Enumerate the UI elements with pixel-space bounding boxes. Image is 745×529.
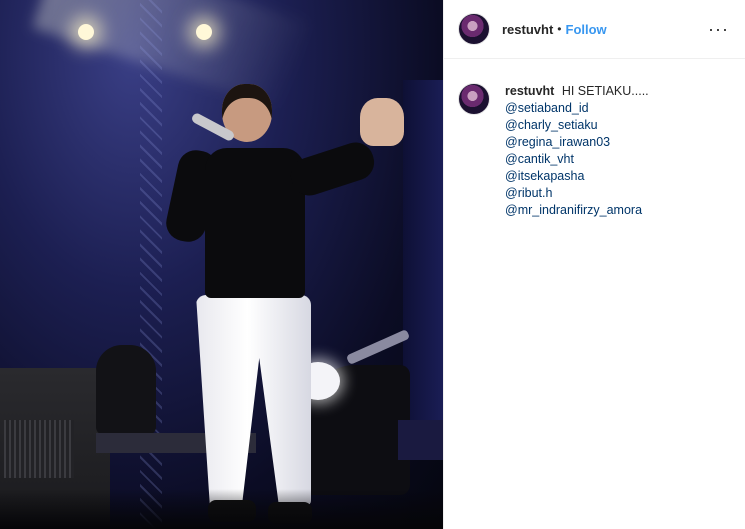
stage-light (78, 24, 94, 40)
singer-arm (286, 137, 379, 201)
caption-body: restuvht HI SETIAKU..... @setiaband_id @… (505, 83, 729, 219)
avatar[interactable] (458, 13, 490, 45)
mention-link[interactable]: @regina_irawan03 (505, 134, 729, 151)
caption: restuvht HI SETIAKU..... @setiaband_id @… (444, 59, 745, 219)
mention-link[interactable]: @ribut.h (505, 185, 729, 202)
avatar[interactable] (458, 83, 490, 115)
singer-white-pants (196, 295, 311, 505)
mention-link[interactable]: @setiaband_id (505, 101, 589, 115)
more-options-icon[interactable]: ··· (708, 20, 729, 38)
mention-link[interactable]: @cantik_vht (505, 151, 729, 168)
stage-monitor (398, 420, 443, 460)
stage-floor (0, 489, 443, 529)
guitar-neck (345, 329, 411, 365)
post-side-panel: restuvht • Follow ··· restuvht HI SETIAK… (443, 0, 745, 529)
follow-button[interactable]: Follow (566, 22, 607, 37)
caption-text: HI SETIAKU..... (561, 84, 649, 98)
mention-link[interactable]: @mr_indranifirzy_amora (505, 202, 729, 219)
mention-link[interactable]: @itsekapasha (505, 168, 729, 185)
keyboard-player (96, 345, 156, 435)
post-header: restuvht • Follow ··· (444, 0, 745, 59)
mention-link[interactable]: @charly_setiaku (505, 117, 729, 134)
singer-hand (360, 98, 404, 146)
separator-dot: • (557, 22, 562, 36)
post-photo[interactable] (0, 0, 443, 529)
header-username[interactable]: restuvht (502, 22, 553, 37)
caption-username[interactable]: restuvht (505, 84, 554, 98)
singer-torso (205, 148, 305, 298)
stage-light (196, 24, 212, 40)
instagram-post: restuvht • Follow ··· restuvht HI SETIAK… (0, 0, 745, 529)
